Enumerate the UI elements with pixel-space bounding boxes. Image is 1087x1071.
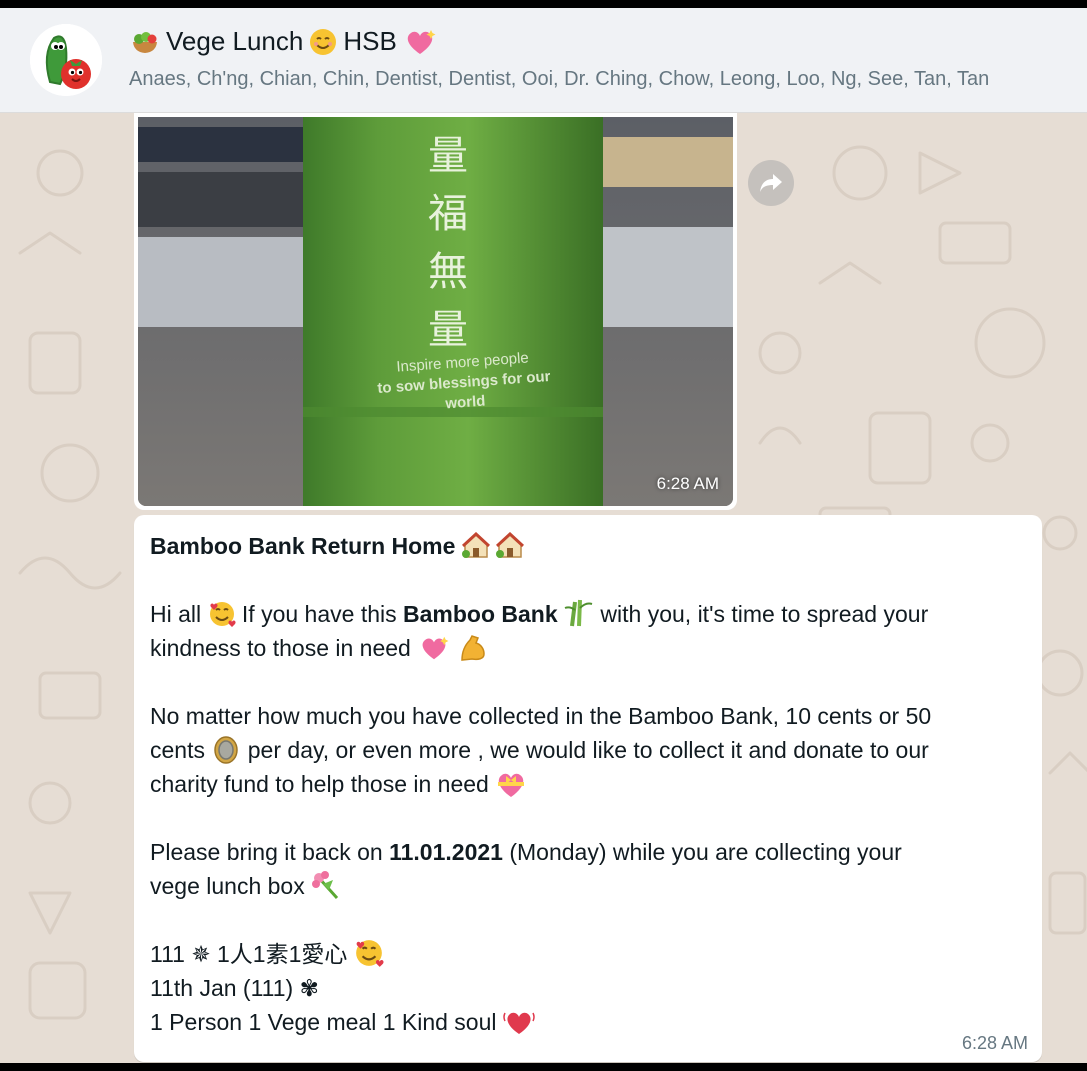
p1-text-b: If you have this bbox=[241, 601, 397, 627]
photo-char-3: 無 bbox=[428, 249, 468, 295]
bouquet-icon bbox=[312, 871, 339, 900]
p1-text-d: kindness to those in need bbox=[150, 635, 411, 661]
paragraph-4-line-3: 1 Person 1 Vege meal 1 Kind soul bbox=[150, 1005, 1026, 1039]
house-icon bbox=[496, 531, 525, 558]
photo-char-1: 量 bbox=[428, 133, 468, 179]
image-message[interactable]: 量 福 無 量 Inspire more people to sow bless… bbox=[134, 113, 737, 510]
heart-with-ribbon-icon bbox=[498, 773, 525, 797]
p4-text-c: 1 Person 1 Vege meal 1 Kind soul bbox=[150, 1009, 497, 1035]
paragraph-4-line-2: 11th Jan (111) ✾ bbox=[150, 975, 319, 1001]
paragraph-1-line-1: Hi all If you have this Bamboo Bank with bbox=[150, 597, 1026, 631]
image-message-time: 6:28 AM bbox=[656, 474, 719, 493]
p3-date: 11.01.2021 bbox=[389, 839, 503, 865]
chat-header[interactable]: Vege Lunch HSB Anaes, Ch'ng, Chian, Chin… bbox=[0, 8, 1087, 113]
p2-text-b: cents bbox=[150, 737, 205, 763]
paragraph-2-line-1: No matter how much you have collected in… bbox=[150, 703, 932, 729]
message-body: Bamboo Bank Return Home Hi all If you ha… bbox=[150, 529, 1026, 1039]
coin-icon bbox=[214, 736, 239, 764]
paragraph-4-line-1: 111 ✵ 1人1素1愛心 bbox=[150, 937, 1026, 971]
photo-chinese-text: 量 福 無 量 bbox=[408, 127, 488, 359]
bamboo-bank-photo[interactable]: 量 福 無 量 Inspire more people to sow bless… bbox=[138, 117, 733, 506]
p1-text-a: Hi all bbox=[150, 601, 202, 627]
bamboo-icon bbox=[564, 599, 593, 627]
p3-text-a: Please bring it back on bbox=[150, 839, 383, 865]
house-icon bbox=[461, 531, 490, 558]
paragraph-3-line-2: vege lunch box bbox=[150, 869, 1026, 903]
forward-arrow-icon bbox=[760, 174, 782, 192]
forward-button[interactable] bbox=[748, 160, 794, 206]
paragraph-3-line-1: Please bring it back on 11.01.2021 (Mond… bbox=[150, 835, 1026, 869]
p2-text-d: charity fund to help those in need bbox=[150, 771, 489, 797]
salad-icon bbox=[133, 31, 157, 53]
p4-text-a: 111 ✵ 1人1素1愛心 bbox=[150, 941, 348, 967]
beating-heart-icon bbox=[503, 1012, 535, 1034]
message-title-line: Bamboo Bank Return Home bbox=[150, 529, 1026, 563]
group-name: Vege Lunch bbox=[166, 26, 304, 56]
window-bottom-edge bbox=[0, 1063, 1087, 1071]
p3-text-b: (Monday) while you are collecting your bbox=[509, 839, 902, 865]
paragraph-2-line-2: cents per day, or even more , we would l… bbox=[150, 733, 1026, 767]
paragraph-1-line-2: kindness to those in need bbox=[150, 631, 1026, 665]
p2-text-c: per day, or even more , we would like to… bbox=[247, 737, 929, 763]
vegetable-avatar-icon bbox=[30, 24, 102, 96]
group-title[interactable]: Vege Lunch HSB bbox=[130, 26, 437, 57]
p3-text-c: vege lunch box bbox=[150, 873, 305, 899]
sparkling-heart-icon bbox=[407, 29, 436, 54]
message-title: Bamboo Bank Return Home bbox=[150, 533, 456, 559]
smiling-face-icon bbox=[310, 28, 337, 55]
text-message-time: 6:28 AM bbox=[961, 1033, 1028, 1053]
flexed-biceps-icon bbox=[460, 635, 485, 661]
text-message[interactable]: Bamboo Bank Return Home Hi all If you ha… bbox=[134, 515, 1042, 1062]
p1-text-c: with you, it's time to spread your bbox=[600, 601, 929, 627]
smiling-face-hearts-icon bbox=[355, 940, 384, 967]
sparkling-heart-icon bbox=[422, 636, 449, 660]
group-avatar[interactable] bbox=[30, 24, 102, 96]
chat-window: Vege Lunch HSB Anaes, Ch'ng, Chian, Chin… bbox=[0, 8, 1087, 1063]
p1-bold: Bamboo Bank bbox=[403, 601, 558, 627]
smiling-face-hearts-icon bbox=[209, 602, 236, 627]
photo-char-4: 量 bbox=[428, 307, 468, 353]
photo-char-2: 福 bbox=[428, 191, 468, 237]
group-name-suffix: HSB bbox=[343, 26, 397, 56]
group-members[interactable]: Anaes, Ch'ng, Chian, Chin, Dentist, Dent… bbox=[129, 68, 989, 91]
paragraph-2-line-3: charity fund to help those in need bbox=[150, 767, 1026, 801]
